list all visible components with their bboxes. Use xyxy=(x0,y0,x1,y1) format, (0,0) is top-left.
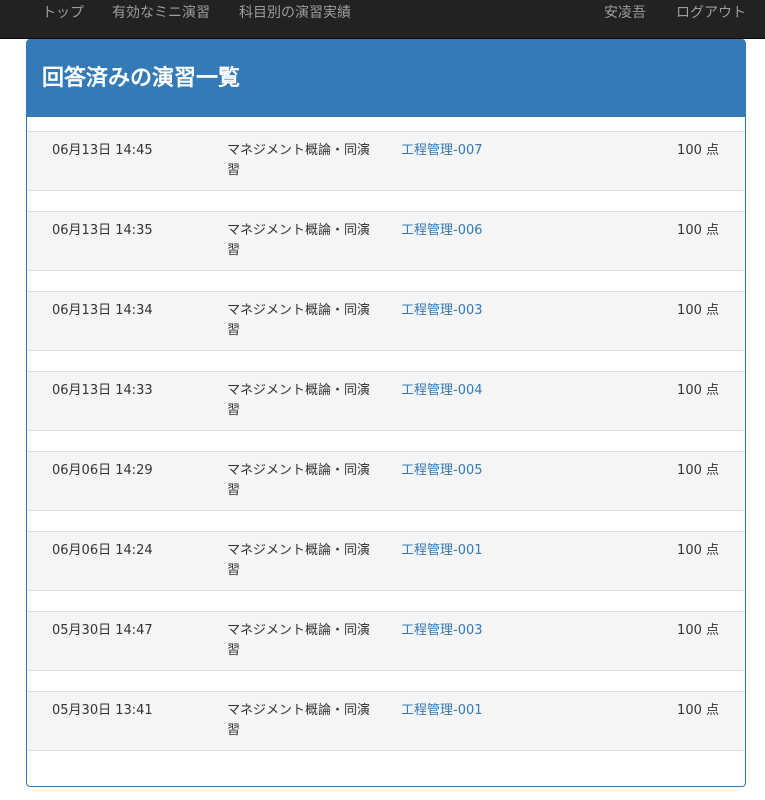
answered-date: 06月06日 14:24 xyxy=(52,543,153,558)
answered-date: 06月06日 14:29 xyxy=(52,463,153,478)
score: 100 点 xyxy=(677,223,719,238)
list-item: 05月30日 14:47 マネジメント概論・同演習 工程管理-003 100 点 xyxy=(27,611,745,671)
exercise-link[interactable]: 工程管理-007 xyxy=(401,141,483,161)
list-item: 06月06日 14:29 マネジメント概論・同演習 工程管理-005 100 点 xyxy=(27,451,745,511)
score: 100 点 xyxy=(677,623,719,638)
exercise-link[interactable]: 工程管理-004 xyxy=(401,381,483,401)
answered-date: 06月13日 14:45 xyxy=(52,143,153,158)
score: 100 点 xyxy=(677,463,719,478)
subject-name: マネジメント概論・同演習 xyxy=(227,463,371,498)
subject-name: マネジメント概論・同演習 xyxy=(227,383,371,418)
list-item: 06月13日 14:35 マネジメント概論・同演習 工程管理-006 100 点 xyxy=(27,211,745,271)
subject-name: マネジメント概論・同演習 xyxy=(227,543,371,578)
exercise-link[interactable]: 工程管理-005 xyxy=(401,461,483,481)
subject-name: マネジメント概論・同演習 xyxy=(227,303,371,338)
exercise-link[interactable]: 工程管理-001 xyxy=(401,701,483,721)
nav-logout-link[interactable]: ログアウト xyxy=(676,0,746,26)
nav-results-by-subject-link[interactable]: 科目別の演習実績 xyxy=(239,0,351,26)
answered-date: 05月30日 14:47 xyxy=(52,623,153,638)
score: 100 点 xyxy=(677,543,719,558)
page-title: 回答済みの演習一覧 xyxy=(42,66,241,91)
list-item: 06月06日 14:24 マネジメント概論・同演習 工程管理-001 100 点 xyxy=(27,531,745,591)
exercise-link[interactable]: 工程管理-003 xyxy=(401,301,483,321)
subject-name: マネジメント概論・同演習 xyxy=(227,703,371,738)
exercise-link[interactable]: 工程管理-006 xyxy=(401,221,483,241)
list-item: 06月13日 14:45 マネジメント概論・同演習 工程管理-007 100 点 xyxy=(27,131,745,191)
nav-top-link[interactable]: トップ xyxy=(42,0,84,26)
exercise-link[interactable]: 工程管理-003 xyxy=(401,621,483,641)
score: 100 点 xyxy=(677,703,719,718)
answered-date: 06月13日 14:34 xyxy=(52,303,153,318)
nav-user-link[interactable]: 安凌吾 xyxy=(604,0,646,26)
nav-active-drills-link[interactable]: 有効なミニ演習 xyxy=(112,0,210,26)
subject-name: マネジメント概論・同演習 xyxy=(227,143,371,178)
answered-date: 05月30日 13:41 xyxy=(52,703,153,718)
list-item: 06月13日 14:33 マネジメント概論・同演習 工程管理-004 100 点 xyxy=(27,371,745,431)
panel-heading: 回答済みの演習一覧 xyxy=(27,40,745,117)
list-item: 06月13日 14:34 マネジメント概論・同演習 工程管理-003 100 点 xyxy=(27,291,745,351)
answered-date: 06月13日 14:33 xyxy=(52,383,153,398)
subject-name: マネジメント概論・同演習 xyxy=(227,623,371,658)
answered-exercises-panel: 回答済みの演習一覧 06月13日 14:45 マネジメント概論・同演習 工程管理… xyxy=(26,39,746,787)
score: 100 点 xyxy=(677,303,719,318)
exercise-link[interactable]: 工程管理-001 xyxy=(401,541,483,561)
score: 100 点 xyxy=(677,143,719,158)
subject-name: マネジメント概論・同演習 xyxy=(227,223,371,258)
score: 100 点 xyxy=(677,383,719,398)
list-item: 05月30日 13:41 マネジメント概論・同演習 工程管理-001 100 点 xyxy=(27,691,745,751)
answered-date: 06月13日 14:35 xyxy=(52,223,153,238)
top-navbar: トップ 有効なミニ演習 科目別の演習実績 安凌吾 ログアウト xyxy=(0,0,765,39)
